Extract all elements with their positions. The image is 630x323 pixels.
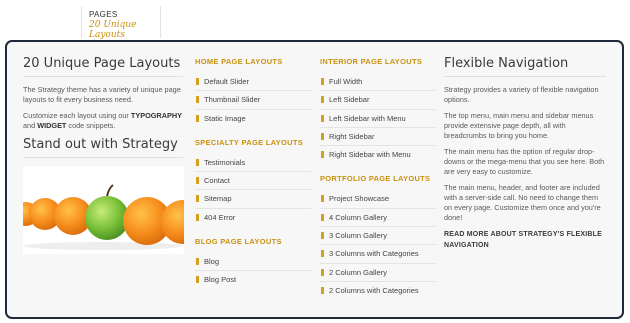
intro-paragraph: The Strategy theme has a variety of uniq…: [23, 85, 181, 104]
menu-item-2-columns-categories[interactable]: 2 Columns with Categories: [320, 282, 436, 300]
nav-paragraph-1: Strategy provides a variety of flexible …: [444, 85, 599, 104]
navigation-column: Flexible Navigation Strategy provides a …: [444, 56, 606, 251]
fruit-photo: [23, 166, 184, 254]
specialty-layouts-header: SPECIALTY PAGE LAYOUTS: [195, 137, 304, 147]
navigation-heading: Flexible Navigation: [444, 56, 606, 77]
home-specialty-blog-column: HOME PAGE LAYOUTS Default Slider Thumbna…: [195, 56, 311, 290]
mega-menu-panel: 20 Unique Page Layouts The Strategy them…: [5, 40, 624, 319]
home-layouts-list: Default Slider Thumbnail Slider Static I…: [195, 73, 311, 128]
tab-subtitle: 20 Unique Layouts: [89, 20, 137, 40]
typography-link[interactable]: TYPOGRAPHY: [131, 111, 182, 120]
menu-item-testimonials[interactable]: Testimonials: [195, 154, 311, 173]
blog-layouts-header: BLOG PAGE LAYOUTS: [195, 237, 282, 247]
stand-out-heading: Stand out with Strategy: [23, 137, 183, 158]
read-more-link[interactable]: READ MORE ABOUT STRATEGY'S FLEXIBLE NAVI…: [444, 229, 606, 251]
menu-item-2-column-gallery[interactable]: 2 Column Gallery: [320, 264, 436, 282]
menu-item-left-sidebar-menu[interactable]: Left Sidebar with Menu: [320, 110, 436, 128]
portfolio-layouts-header: PORTFOLIO PAGE LAYOUTS: [320, 174, 431, 184]
nav-paragraph-4: The main menu, header, and footer are in…: [444, 183, 601, 222]
menu-item-4-column-gallery[interactable]: 4 Column Gallery: [320, 209, 436, 228]
menu-item-left-sidebar[interactable]: Left Sidebar: [320, 91, 436, 110]
widget-link[interactable]: WIDGET: [37, 121, 66, 130]
menu-item-default-slider[interactable]: Default Slider: [195, 73, 311, 92]
menu-item-thumbnail-slider[interactable]: Thumbnail Slider: [195, 91, 311, 110]
portfolio-layouts-list: Project Showcase 4 Column Gallery 3 Colu…: [320, 190, 436, 300]
pages-tab[interactable]: PAGES 20 Unique Layouts: [81, 6, 161, 40]
menu-item-sitemap[interactable]: Sitemap: [195, 190, 311, 209]
menu-item-blog[interactable]: Blog: [195, 253, 311, 272]
interior-portfolio-column: INTERIOR PAGE LAYOUTS Full Width Left Si…: [320, 56, 436, 300]
menu-item-full-width[interactable]: Full Width: [320, 73, 436, 92]
nav-paragraph-3: The main menu has the option of regular …: [444, 147, 605, 176]
menu-item-blog-post[interactable]: Blog Post: [195, 271, 311, 289]
menu-item-404-error[interactable]: 404 Error: [195, 209, 311, 227]
menu-item-right-sidebar-menu[interactable]: Right Sidebar with Menu: [320, 146, 436, 164]
intro-column: 20 Unique Page Layouts The Strategy them…: [23, 56, 184, 254]
menu-item-static-image[interactable]: Static Image: [195, 110, 311, 128]
tab-title: PAGES: [89, 10, 118, 19]
home-layouts-header: HOME PAGE LAYOUTS: [195, 57, 283, 66]
layouts-heading: 20 Unique Page Layouts: [23, 56, 183, 77]
nav-paragraph-2: The top menu, main menu and sidebar menu…: [444, 111, 594, 140]
menu-item-3-column-gallery[interactable]: 3 Column Gallery: [320, 227, 436, 246]
customize-paragraph: Customize each layout using our TYPOGRAP…: [23, 111, 182, 130]
menu-item-project-showcase[interactable]: Project Showcase: [320, 190, 436, 209]
menu-item-3-columns-categories[interactable]: 3 Columns with Categories: [320, 245, 436, 264]
blog-layouts-list: Blog Blog Post: [195, 253, 311, 290]
menu-item-contact[interactable]: Contact: [195, 172, 311, 191]
interior-layouts-header: INTERIOR PAGE LAYOUTS: [320, 57, 423, 66]
interior-layouts-list: Full Width Left Sidebar Left Sidebar wit…: [320, 73, 436, 164]
menu-item-right-sidebar[interactable]: Right Sidebar: [320, 128, 436, 147]
specialty-layouts-list: Testimonials Contact Sitemap 404 Error: [195, 154, 311, 227]
